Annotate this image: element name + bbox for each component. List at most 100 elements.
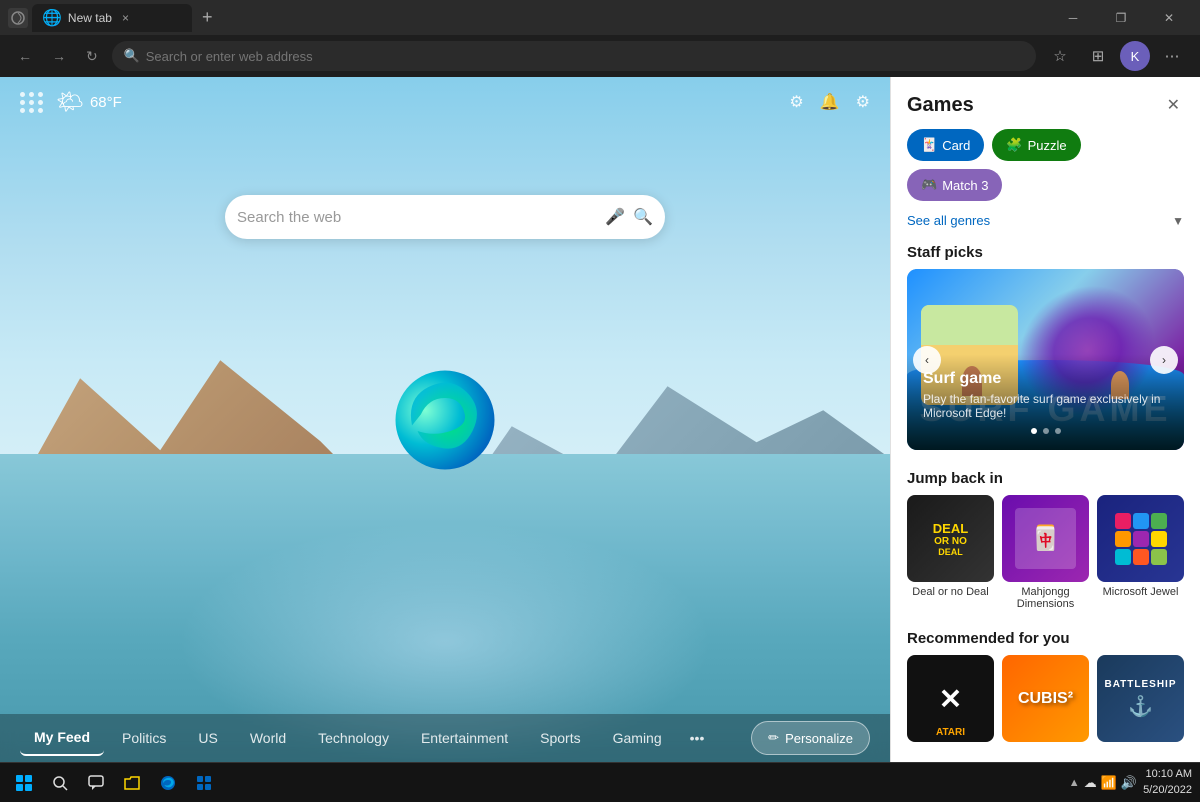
carousel-prev-btn[interactable]: ‹ [913, 346, 941, 374]
bottom-nav: My Feed Politics US World Technology Ent… [0, 714, 890, 762]
weather-temp: 68°F [90, 94, 122, 111]
game-card-mahjongg[interactable]: 🀄 Mahjongg Dimensions [1002, 495, 1089, 610]
clock-time: 10:10 AM [1143, 767, 1192, 782]
taskbar-store[interactable] [188, 767, 220, 799]
windows-logo [16, 775, 32, 791]
carousel-game-title: Surf game [923, 370, 1168, 388]
tab-close-btn[interactable]: × [122, 11, 129, 25]
nav-tab-myfeed[interactable]: My Feed [20, 720, 104, 756]
clock-date: 5/20/2022 [1143, 783, 1192, 798]
search-box: 🎤 🔍 [225, 195, 665, 239]
jump-back-grid: DEAL OR NO DEAL Deal or no Deal 🀄 Mahj [891, 495, 1200, 626]
mahjongg-thumbnail: 🀄 [1002, 495, 1089, 582]
staff-picks-carousel: SURF GAME Surf game Play the fan-favorit… [907, 269, 1184, 450]
genre-tags: 🃏 Card 🧩 Puzzle 🎮 Match 3 [891, 129, 1200, 209]
see-all-genres[interactable]: See all genres ▼ [891, 209, 1200, 240]
nav-tab-us[interactable]: US [184, 720, 231, 756]
filter-icon[interactable]: ⚙ [789, 92, 803, 112]
search-input[interactable] [237, 209, 597, 226]
start-btn[interactable] [8, 767, 40, 799]
carousel-next-btn[interactable]: › [1150, 346, 1178, 374]
browser-icon [8, 8, 28, 28]
nav-tab-gaming[interactable]: Gaming [599, 720, 676, 756]
settings-icon[interactable]: ⋯ [1156, 40, 1188, 72]
genre-card-btn[interactable]: 🃏 Card [907, 129, 984, 161]
collections-icon[interactable]: ⊞ [1082, 40, 1114, 72]
personalize-icon: ✏ [768, 730, 779, 746]
weather-icon: 🌤 [56, 89, 84, 115]
title-bar: 🌐 New tab × + ─ ❐ ✕ [0, 0, 1200, 35]
tab-title: New tab [68, 11, 112, 25]
staff-picks-title: Staff picks [891, 240, 1200, 269]
genre-match-btn[interactable]: 🎮 Match 3 [907, 169, 1002, 201]
deal-thumbnail: DEAL OR NO DEAL [907, 495, 994, 582]
taskbar-edge[interactable] [152, 767, 184, 799]
notification-icon[interactable]: 🔔 [820, 92, 840, 112]
refresh-btn[interactable]: ↻ [80, 44, 104, 69]
nav-tab-technology[interactable]: Technology [304, 720, 403, 756]
taskbar-chat[interactable] [80, 767, 112, 799]
nav-tab-world[interactable]: World [236, 720, 300, 756]
address-search-icon: 🔍 [124, 48, 140, 64]
game-card-jewel[interactable]: Microsoft Jewel [1097, 495, 1184, 610]
minimize-btn[interactable]: ─ [1050, 3, 1096, 33]
forward-btn[interactable]: → [46, 44, 72, 68]
apps-grid-btn[interactable] [20, 92, 44, 113]
volume-icon[interactable]: 🔊 [1121, 775, 1137, 791]
see-all-text[interactable]: See all genres [907, 213, 990, 228]
card-icon: 🃏 [921, 137, 937, 153]
recommended-grid: ✕ ATARI CUBIS² BATTLESHIP [891, 655, 1200, 762]
puzzle-icon: 🧩 [1006, 137, 1022, 153]
jewel-title: Microsoft Jewel [1097, 586, 1184, 598]
game-card-cubis[interactable]: CUBIS² [1002, 655, 1089, 746]
mahjongg-title: Mahjongg Dimensions [1002, 586, 1089, 610]
taskbar: ▲ ☁ 📶 🔊 10:10 AM 5/20/2022 [0, 762, 1200, 802]
game-card-deal[interactable]: DEAL OR NO DEAL Deal or no Deal [907, 495, 994, 610]
newtab-icons: ⚙ 🔔 ⚙ [789, 92, 870, 112]
genre-puzzle-btn[interactable]: 🧩 Puzzle [992, 129, 1080, 161]
back-btn[interactable]: ← [12, 44, 38, 68]
profile-icon[interactable]: K [1120, 41, 1150, 71]
atari-thumbnail: ✕ ATARI [907, 655, 994, 742]
close-btn[interactable]: ✕ [1146, 3, 1192, 33]
panel-close-btn[interactable]: ✕ [1163, 91, 1184, 119]
cloud-icon[interactable]: ☁ [1084, 775, 1097, 791]
carousel-dot-1[interactable] [1031, 428, 1037, 434]
carousel-dot-3[interactable] [1055, 428, 1061, 434]
nav-tab-entertainment[interactable]: Entertainment [407, 720, 522, 756]
new-tab-button[interactable]: + [196, 7, 219, 28]
weather-widget[interactable]: 🌤 68°F [56, 89, 122, 115]
panel-title: Games [907, 94, 974, 117]
browser-frame: 🌐 New tab × + ─ ❐ ✕ ← → ↻ 🔍 ☆ ⊞ K ⋯ [0, 0, 1200, 802]
nav-more-btn[interactable]: ••• [680, 720, 715, 756]
mic-btn[interactable]: 🎤 [605, 207, 625, 227]
wifi-icon[interactable]: 📶 [1101, 775, 1117, 791]
game-card-battleship[interactable]: BATTLESHIP ⚓ [1097, 655, 1184, 746]
settings-icon[interactable]: ⚙ [856, 92, 870, 112]
system-clock[interactable]: 10:10 AM 5/20/2022 [1143, 767, 1192, 798]
window-controls: ─ ❐ ✕ [1050, 3, 1192, 33]
sys-tray-expand[interactable]: ▲ [1069, 777, 1080, 789]
personalize-btn[interactable]: ✏ ✏ Personalize Personalize [751, 721, 870, 755]
main-content: 🌤 68°F ⚙ 🔔 ⚙ 🎤 🔍 [0, 77, 1200, 762]
tab-favicon: 🌐 [42, 8, 62, 28]
address-input[interactable] [112, 41, 1036, 71]
active-tab[interactable]: 🌐 New tab × [32, 4, 192, 32]
game-card-atari[interactable]: ✕ ATARI [907, 655, 994, 746]
carousel-dots [923, 428, 1168, 434]
carousel-game-desc: Play the fan-favorite surf game exclusiv… [923, 392, 1168, 420]
favorites-icon[interactable]: ☆ [1044, 40, 1076, 72]
taskbar-search[interactable] [44, 767, 76, 799]
taskbar-explorer[interactable] [116, 767, 148, 799]
carousel-dot-2[interactable] [1043, 428, 1049, 434]
nav-tab-sports[interactable]: Sports [526, 720, 594, 756]
new-tab-page: 🌤 68°F ⚙ 🔔 ⚙ 🎤 🔍 [0, 77, 890, 762]
toolbar-icons: ☆ ⊞ K ⋯ [1044, 40, 1188, 72]
nav-tabs: My Feed Politics US World Technology Ent… [0, 714, 890, 762]
edge-logo [390, 365, 500, 475]
nav-tab-politics[interactable]: Politics [108, 720, 180, 756]
jump-back-title: Jump back in [891, 466, 1200, 495]
search-submit-btn[interactable]: 🔍 [633, 207, 653, 227]
tab-bar: 🌐 New tab × + [8, 4, 1042, 32]
maximize-btn[interactable]: ❐ [1098, 3, 1144, 33]
